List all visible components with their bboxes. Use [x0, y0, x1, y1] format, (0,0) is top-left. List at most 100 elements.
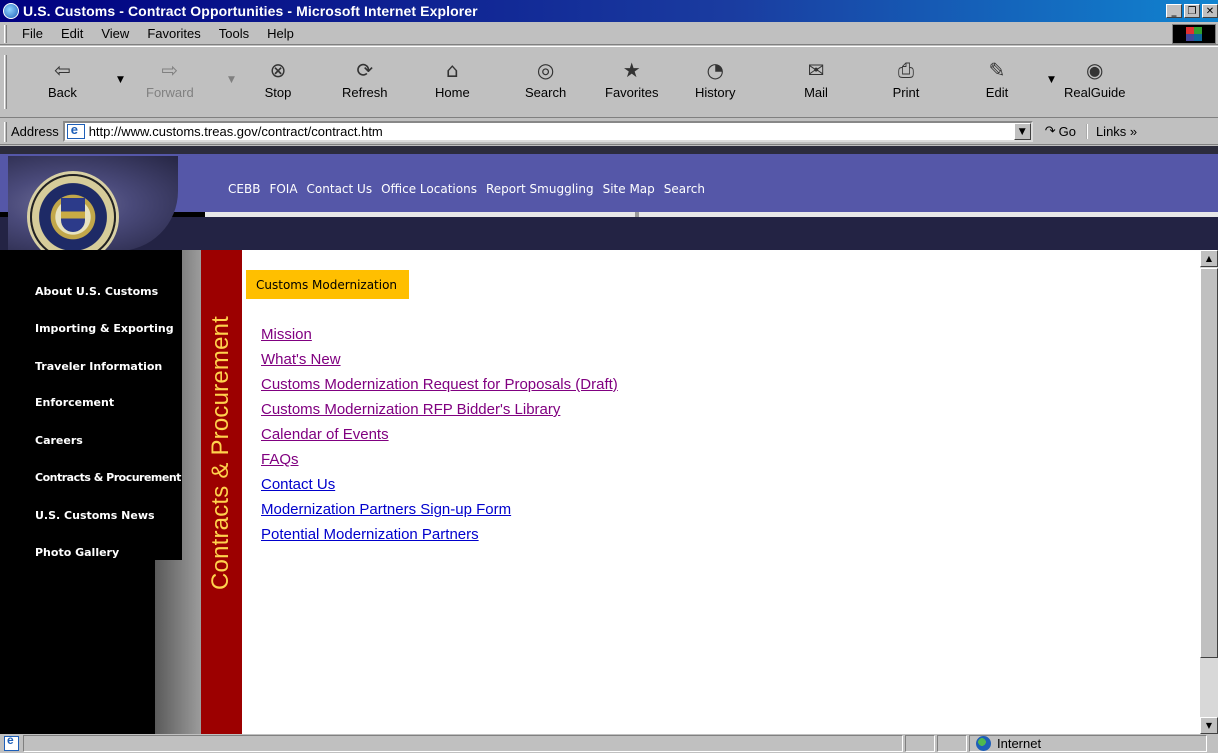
- favorites-button[interactable]: ★ Favorites: [605, 57, 658, 109]
- link-contact-us[interactable]: Contact Us: [261, 472, 618, 497]
- realguide-icon: ◉: [1085, 58, 1104, 82]
- edit-button[interactable]: ✎ Edit: [983, 57, 1011, 109]
- section-vertical-title: Contracts & Procurement: [207, 315, 234, 590]
- go-button[interactable]: ↷ Go: [1045, 124, 1076, 139]
- left-nav-about[interactable]: About U.S. Customs: [35, 285, 158, 298]
- standard-toolbar: ⇦ Back ▼ ⇨ Forward ▼ ⊗ Stop ⟳ Refresh ⌂ …: [0, 46, 1218, 118]
- stop-button[interactable]: ⊗ Stop: [264, 57, 292, 109]
- section-tab: Customs Modernization: [246, 270, 410, 299]
- realguide-button[interactable]: ◉ RealGuide: [1064, 57, 1125, 109]
- nav-contact-us[interactable]: Contact Us: [307, 182, 373, 196]
- ie-icon: [3, 3, 19, 19]
- link-bidders-library[interactable]: Customs Modernization RFP Bidder's Libra…: [261, 397, 618, 422]
- menu-tools[interactable]: Tools: [210, 26, 258, 41]
- left-nav-contracts[interactable]: Contracts & Procurement: [35, 471, 181, 484]
- links-toolbar[interactable]: Links »: [1085, 124, 1137, 139]
- top-nav: CEBB FOIA Contact Us Office Locations Re…: [228, 182, 705, 196]
- left-nav: About U.S. Customs Importing & Exporting…: [0, 250, 182, 560]
- link-list: Mission What's New Customs Modernization…: [261, 322, 618, 547]
- forward-dropdown-icon[interactable]: ▼: [228, 75, 235, 85]
- windows-logo-icon: [1172, 24, 1216, 44]
- page-top-band: [0, 146, 1218, 154]
- window-title: U.S. Customs - Contract Opportunities - …: [23, 3, 478, 19]
- printer-icon: ⎙: [898, 58, 914, 82]
- address-label: Address: [11, 124, 59, 139]
- go-label: Go: [1058, 124, 1076, 139]
- menu-bar: File Edit View Favorites Tools Help: [0, 23, 1218, 45]
- link-potential-partners[interactable]: Potential Modernization Partners: [261, 522, 618, 547]
- nav-office-locations[interactable]: Office Locations: [381, 182, 477, 196]
- back-button[interactable]: ⇦ Back: [48, 57, 77, 109]
- nav-search[interactable]: Search: [664, 182, 705, 196]
- refresh-button[interactable]: ⟳ Refresh: [342, 57, 388, 109]
- edit-page-icon: ✎: [988, 58, 1006, 82]
- link-mission[interactable]: Mission: [261, 322, 618, 347]
- search-icon: ◎: [536, 58, 555, 82]
- left-nav-traveler[interactable]: Traveler Information: [35, 360, 162, 373]
- back-arrow-icon: ⇦: [54, 58, 71, 82]
- menu-edit[interactable]: Edit: [52, 26, 92, 41]
- go-arrow-icon: ↷: [1044, 124, 1056, 139]
- scroll-up-icon[interactable]: ▲: [1200, 250, 1218, 267]
- restore-button[interactable]: ❐: [1184, 4, 1200, 18]
- menu-grip: [4, 24, 7, 43]
- nav-foia[interactable]: FOIA: [269, 182, 297, 196]
- search-button[interactable]: ◎ Search: [525, 57, 566, 109]
- refresh-icon: ⟳: [356, 58, 374, 82]
- forward-button[interactable]: ⇨ Forward: [146, 57, 194, 109]
- vertical-scrollbar[interactable]: ▲ ▼: [1200, 250, 1218, 734]
- nav-site-map[interactable]: Site Map: [603, 182, 655, 196]
- stop-icon: ⊗: [269, 58, 287, 82]
- edit-dropdown-icon[interactable]: ▼: [1048, 75, 1055, 85]
- link-whats-new[interactable]: What's New: [261, 347, 618, 372]
- scroll-thumb[interactable]: [1200, 268, 1218, 658]
- status-zone-label: Internet: [997, 736, 1042, 751]
- left-nav-careers[interactable]: Careers: [35, 434, 83, 447]
- link-faqs[interactable]: FAQs: [261, 447, 618, 472]
- nav-cebb[interactable]: CEBB: [228, 182, 260, 196]
- left-nav-enforcement[interactable]: Enforcement: [35, 396, 114, 409]
- internet-globe-icon: [976, 736, 991, 751]
- address-grip: [4, 121, 7, 142]
- section-sidebar: Contracts & Procurement: [201, 250, 242, 734]
- status-page-icon: [4, 733, 19, 751]
- status-text-pane: [23, 735, 903, 752]
- page-icon: [66, 122, 85, 139]
- favorites-folder-icon: ★: [622, 58, 641, 82]
- address-dropdown-icon[interactable]: ▼: [1013, 123, 1031, 140]
- minimize-button[interactable]: _: [1166, 4, 1182, 18]
- history-icon: ◔: [706, 58, 724, 82]
- left-nav-importing[interactable]: Importing & Exporting: [35, 322, 174, 335]
- close-button[interactable]: ✕: [1202, 4, 1218, 18]
- link-signup-form[interactable]: Modernization Partners Sign-up Form: [261, 497, 618, 522]
- status-pane-progress: [905, 735, 935, 752]
- mail-button[interactable]: ✉ Mail: [802, 57, 830, 109]
- seal-backdrop: [8, 156, 178, 260]
- back-dropdown-icon[interactable]: ▼: [117, 75, 124, 85]
- home-button[interactable]: ⌂ Home: [435, 57, 470, 109]
- nav-report-smuggling[interactable]: Report Smuggling: [486, 182, 594, 196]
- scroll-down-icon[interactable]: ▼: [1200, 717, 1218, 734]
- menu-file[interactable]: File: [13, 26, 52, 41]
- print-button[interactable]: ⎙ Print: [892, 57, 920, 109]
- address-url[interactable]: http://www.customs.treas.gov/contract/co…: [89, 124, 1014, 139]
- page-viewport: CEBB FOIA Contact Us Office Locations Re…: [0, 146, 1218, 734]
- history-button[interactable]: ◔ History: [695, 57, 735, 109]
- left-black-panel: [0, 560, 155, 734]
- link-calendar[interactable]: Calendar of Events: [261, 422, 618, 447]
- status-bar: Internet: [0, 733, 1218, 753]
- header-navy-band: [0, 217, 1218, 250]
- menu-view[interactable]: View: [92, 26, 138, 41]
- forward-arrow-icon: ⇨: [161, 58, 179, 82]
- main-content: Customs Modernization Mission What's New…: [242, 250, 1200, 734]
- customs-seal-logo[interactable]: [30, 174, 116, 260]
- menu-favorites[interactable]: Favorites: [138, 26, 209, 41]
- mail-icon: ✉: [807, 58, 825, 82]
- link-rfp-draft[interactable]: Customs Modernization Request for Propos…: [261, 372, 618, 397]
- left-nav-news[interactable]: U.S. Customs News: [35, 509, 155, 522]
- address-input[interactable]: http://www.customs.treas.gov/contract/co…: [62, 121, 1033, 142]
- status-pane-security: [937, 735, 967, 752]
- left-nav-photo-gallery[interactable]: Photo Gallery: [35, 546, 119, 559]
- menu-help[interactable]: Help: [258, 26, 303, 41]
- home-icon: ⌂: [445, 58, 459, 82]
